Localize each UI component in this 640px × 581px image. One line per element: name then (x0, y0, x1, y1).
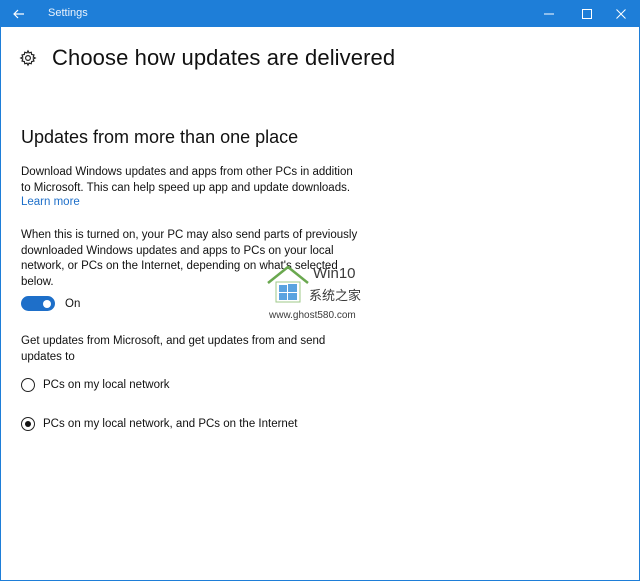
back-button[interactable] (1, 1, 37, 27)
delivery-optimization-toggle[interactable] (21, 296, 55, 311)
watermark: Win10 系统之家 www.ghost580.com (265, 263, 385, 327)
page-header: Choose how updates are delivered (19, 43, 395, 73)
gear-icon (19, 49, 37, 67)
watermark-url: www.ghost580.com (269, 310, 356, 321)
radio-button-selected[interactable] (21, 417, 35, 431)
delivery-optimization-toggle-row: On (21, 296, 80, 311)
source-line: updates to (21, 350, 75, 363)
maximize-icon (582, 9, 592, 19)
settings-window: Settings Choose how updates are delivere… (0, 0, 640, 581)
description-text: Download Windows updates and apps from o… (21, 165, 381, 196)
section-title: Updates from more than one place (21, 127, 299, 147)
info-line: When this is turned on, your PC may also… (21, 229, 358, 241)
radio-button[interactable] (21, 378, 35, 392)
learn-more-link[interactable]: Learn more (21, 196, 80, 208)
info-line: downloaded Windows updates and apps to P… (21, 244, 334, 257)
minimize-button[interactable] (529, 1, 569, 27)
page-title: Choose how updates are delivered (52, 45, 396, 70)
back-arrow-icon (13, 9, 24, 19)
description-line: to Microsoft. This can help speed up app… (21, 181, 351, 194)
toggle-knob (43, 299, 51, 308)
watermark-title: Win10 (313, 265, 356, 282)
radio-option-local-and-internet[interactable]: PCs on my local network, and PCs on the … (21, 417, 297, 431)
source-line: Get updates from Microsoft, and get upda… (21, 335, 326, 347)
windows-house-logo-icon (267, 265, 309, 303)
radio-label: PCs on my local network, and PCs on the … (43, 418, 298, 430)
title-bar: Settings (1, 1, 639, 27)
radio-option-local-network[interactable]: PCs on my local network (21, 378, 170, 392)
toggle-state-label: On (65, 297, 81, 310)
description-line: Download Windows updates and apps from o… (21, 166, 353, 178)
window-title: Settings (48, 7, 88, 19)
radio-label: PCs on my local network (43, 379, 170, 391)
watermark-subtitle: 系统之家 (309, 288, 362, 303)
minimize-icon (544, 13, 554, 15)
close-button[interactable] (601, 1, 640, 27)
source-text: Get updates from Microsoft, and get upda… (21, 334, 381, 365)
close-icon (616, 9, 626, 19)
